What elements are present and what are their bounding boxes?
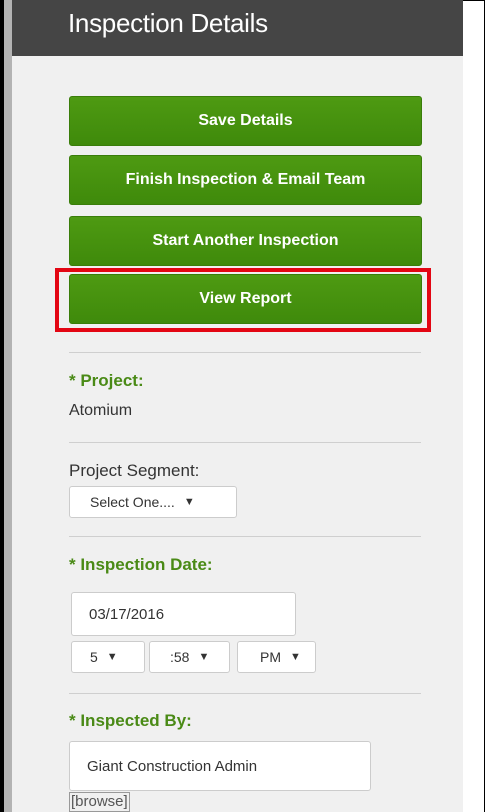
hour-value: 5	[90, 649, 98, 665]
divider	[69, 352, 421, 353]
hour-select[interactable]: 5 ▼	[71, 641, 145, 673]
inspected-by-value: Giant Construction Admin	[87, 757, 258, 775]
divider	[69, 442, 421, 443]
minute-select[interactable]: :58 ▼	[149, 641, 230, 673]
panel-left-rail	[4, 0, 12, 812]
project-segment-selected: Select One....	[90, 494, 175, 510]
start-another-inspection-button[interactable]: Start Another Inspection	[69, 216, 422, 266]
chevron-down-icon: ▼	[183, 496, 195, 508]
panel-title: Inspection Details	[68, 8, 268, 38]
inspection-date-label: * Inspection Date:	[69, 555, 213, 574]
project-label: * Project:	[69, 371, 144, 390]
finish-inspection-button[interactable]: Finish Inspection & Email Team	[69, 155, 422, 205]
inspection-details-panel: Inspection Details Save Details Finish I…	[12, 0, 463, 812]
chevron-down-icon: ▼	[290, 651, 301, 663]
save-details-button[interactable]: Save Details	[69, 96, 422, 146]
project-value: Atomium	[69, 402, 133, 419]
chevron-down-icon: ▼	[198, 651, 210, 663]
project-segment-select[interactable]: Select One.... ▼	[69, 486, 237, 518]
divider	[69, 536, 421, 537]
panel-header: Inspection Details	[12, 0, 463, 56]
browse-link[interactable]: [browse]	[69, 792, 130, 812]
ampm-select[interactable]: PM ▼	[237, 641, 316, 673]
minute-value: :58	[170, 649, 190, 665]
inspected-by-label: * Inspected By:	[69, 711, 192, 730]
chevron-down-icon: ▼	[106, 651, 118, 663]
inspection-date-input[interactable]: 03/17/2016	[71, 592, 296, 636]
ampm-value: PM	[260, 649, 281, 665]
divider	[69, 693, 421, 694]
project-segment-label: Project Segment:	[69, 461, 200, 480]
inspected-by-input[interactable]: Giant Construction Admin	[69, 741, 371, 791]
view-report-button[interactable]: View Report	[69, 274, 422, 324]
inspection-date-value: 03/17/2016	[89, 605, 165, 623]
